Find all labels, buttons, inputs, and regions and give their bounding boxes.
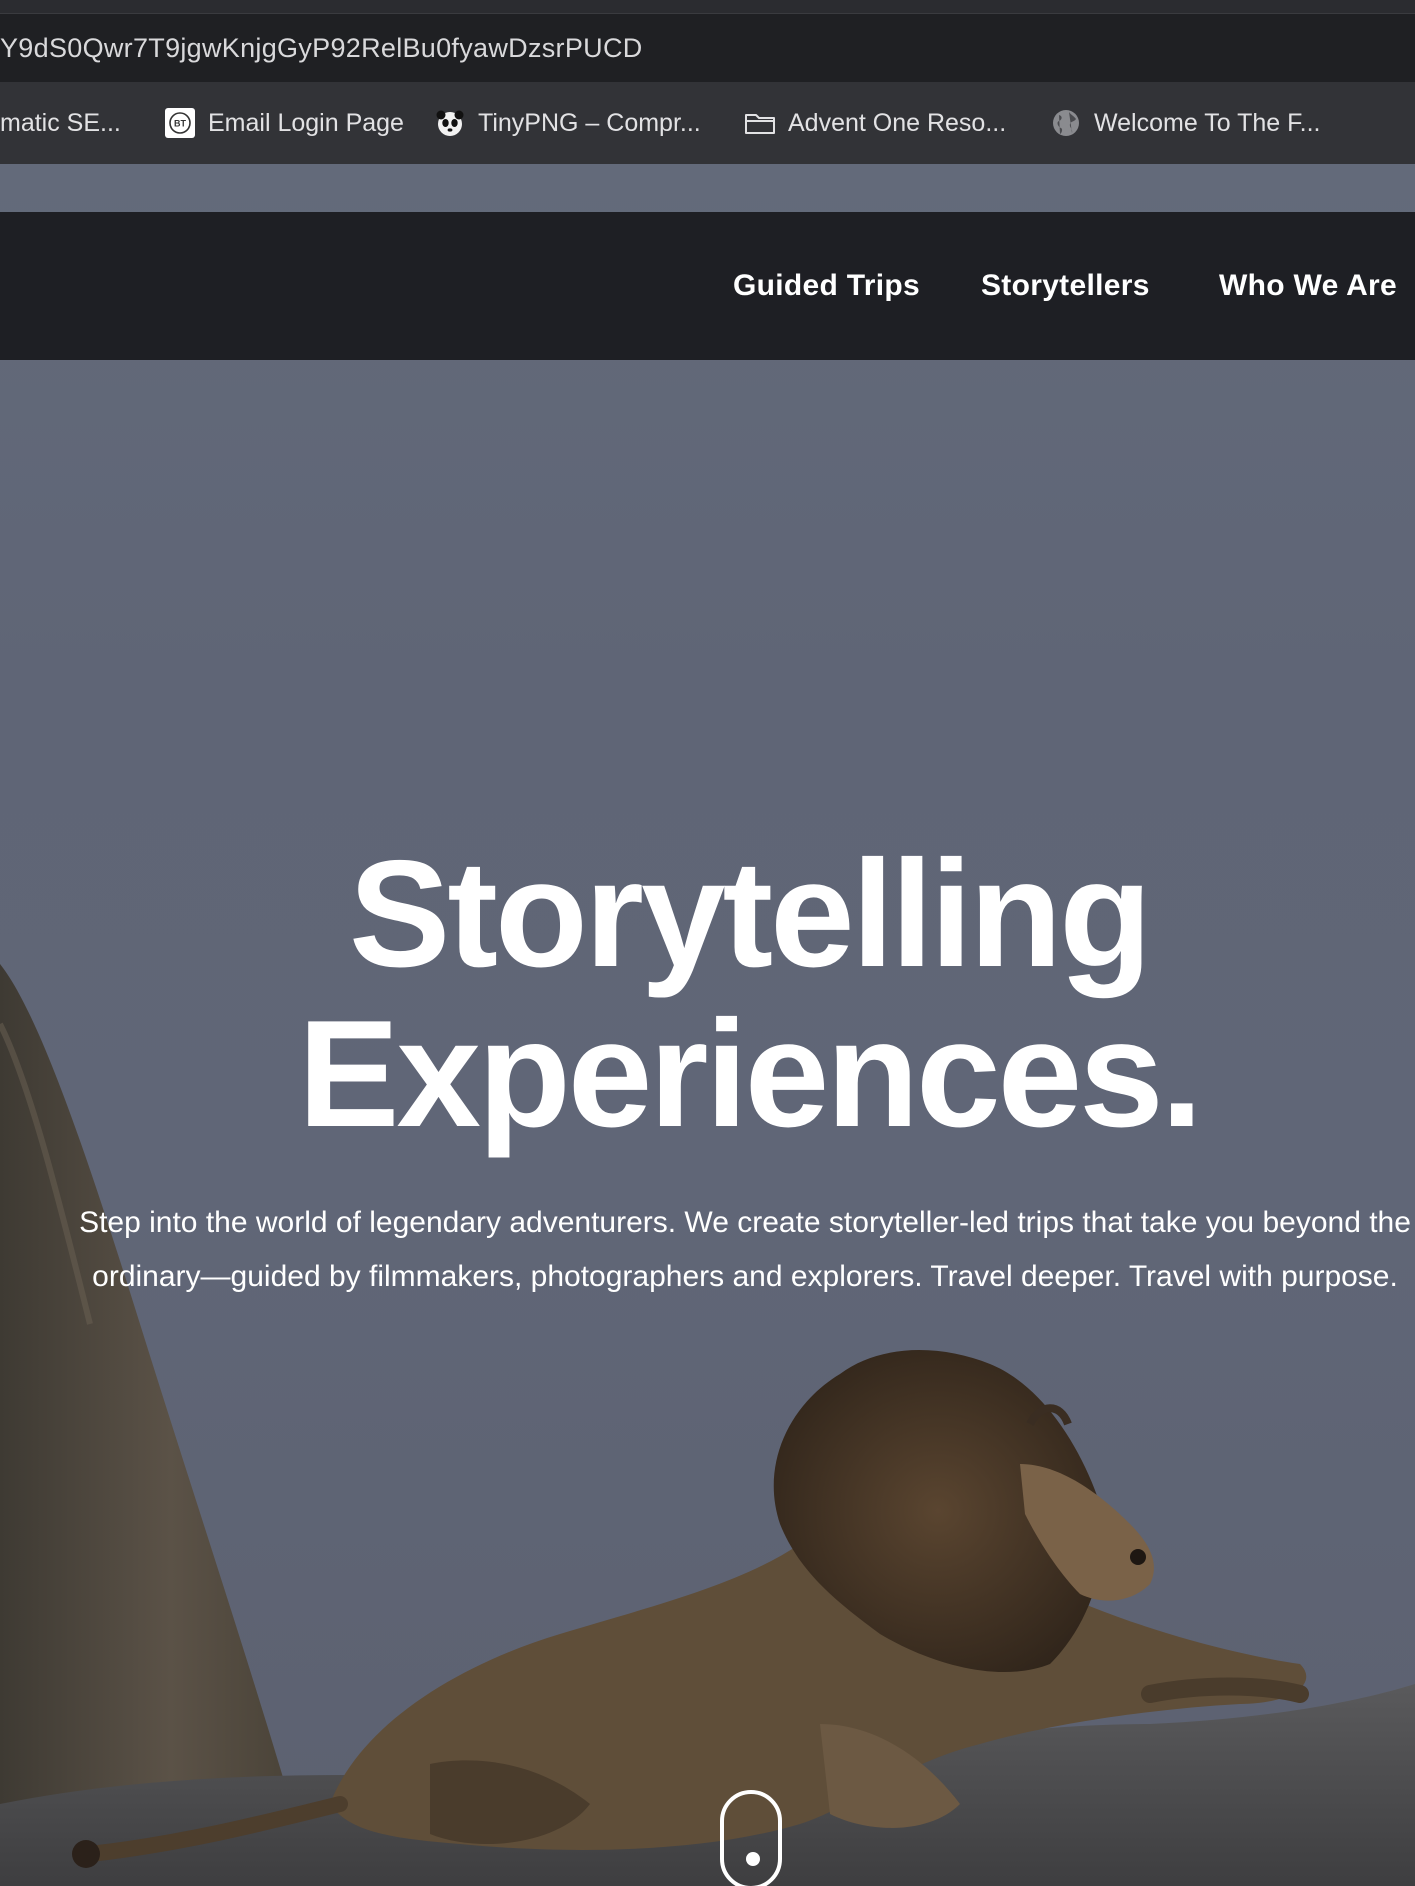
bookmarks-bar: matic SE... BT Email Login Page TinyPNG … xyxy=(0,82,1415,164)
bookmark-tinypng[interactable]: TinyPNG – Compr... xyxy=(434,82,701,164)
browser-top-edge xyxy=(0,0,1415,14)
scroll-dot xyxy=(746,1852,760,1866)
site-navigation: Guided Trips Storytellers Who We Are xyxy=(0,212,1415,360)
bookmark-email-login[interactable]: BT Email Login Page xyxy=(164,82,404,164)
nav-storytellers[interactable]: Storytellers xyxy=(981,212,1150,360)
bookmark-label: Email Login Page xyxy=(208,108,404,137)
hero-subtitle-line-1: Step into the world of legendary adventu… xyxy=(79,1206,1411,1239)
bookmark-item[interactable]: matic SE... xyxy=(0,82,121,164)
bookmark-label: Advent One Reso... xyxy=(788,108,1007,137)
bookmark-welcome[interactable]: Welcome To The F... xyxy=(1050,82,1321,164)
panda-icon xyxy=(436,110,464,136)
nav-who-we-are[interactable]: Who We Are xyxy=(1219,212,1397,360)
svg-text:BT: BT xyxy=(174,119,186,129)
bookmark-label: Welcome To The F... xyxy=(1094,108,1321,137)
hero-subtitle-line-2: ordinary—guided by filmmakers, photograp… xyxy=(92,1260,1398,1293)
url-text[interactable]: Y9dS0Qwr7T9jgwKnjgGyP92RelBu0fyawDzsrPUC… xyxy=(0,33,643,64)
bookmark-advent-one[interactable]: Advent One Reso... xyxy=(744,82,1006,164)
hero-title-line-2: Experiences. xyxy=(298,989,1203,1159)
nav-guided-trips[interactable]: Guided Trips xyxy=(733,212,920,360)
address-bar[interactable]: Y9dS0Qwr7T9jgwKnjgGyP92RelBu0fyawDzsrPUC… xyxy=(0,14,1415,82)
web-page: Guided Trips Storytellers Who We Are Sto… xyxy=(0,164,1415,1886)
hero-title-line-1: Storytelling xyxy=(348,829,1152,999)
bt-logo-icon: BT xyxy=(165,108,195,138)
globe-icon xyxy=(1053,110,1079,136)
bookmark-label: matic SE... xyxy=(0,108,121,137)
bookmark-label: TinyPNG – Compr... xyxy=(478,108,701,137)
folder-icon xyxy=(745,114,775,134)
mouse-scroll-icon[interactable] xyxy=(720,1790,782,1886)
